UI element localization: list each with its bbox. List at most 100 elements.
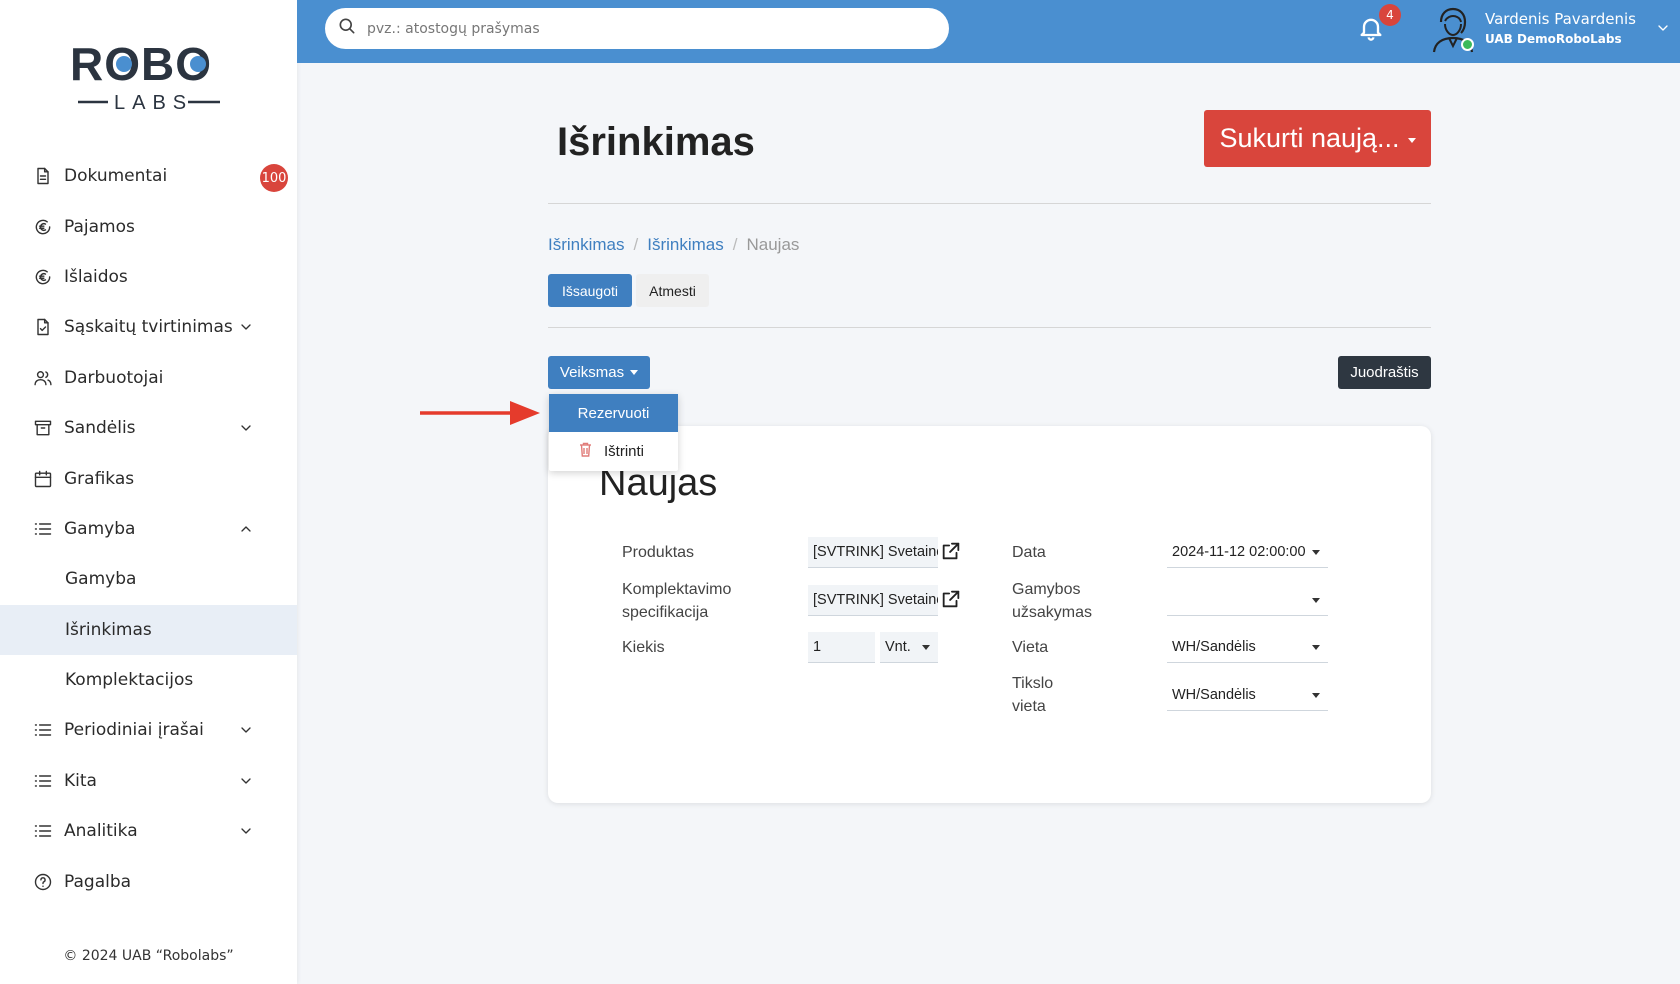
location-label-text: Vieta <box>1012 639 1049 656</box>
breadcrumb-link-isrinkimas-2[interactable]: Išrinkimas <box>647 235 724 255</box>
sidebar-subitem-gamyba[interactable]: Gamyba <box>0 554 297 604</box>
sidebar-item-label: Grafikas <box>64 468 135 489</box>
caret-down-icon <box>1407 138 1416 143</box>
chevron-up-icon[interactable] <box>238 521 254 537</box>
sidebar: ROBO LABS Dokumentai 100 Pajamos Išlaido… <box>0 0 297 984</box>
topbar: 4 Vardenis Pavardenis UAB DemoRoboLabs <box>297 0 1680 63</box>
caret-down-icon <box>1312 693 1320 698</box>
production-order-label: Gamybos užsakymas <box>1012 578 1092 624</box>
breadcrumb-separator: / <box>633 235 639 254</box>
sidebar-item-label: Sandėlis <box>64 418 136 439</box>
sidebar-item-analitika[interactable]: Analitika <box>0 806 297 856</box>
chevron-down-icon[interactable] <box>238 420 254 436</box>
action-dropdown-button[interactable]: Veiksmas <box>548 356 650 389</box>
caret-down-icon <box>1312 550 1320 555</box>
menu-item-delete[interactable]: Ištrinti <box>549 432 678 470</box>
avatar[interactable] <box>1431 4 1475 54</box>
caret-down-icon <box>1312 598 1320 603</box>
quantity-input[interactable]: 1 <box>808 632 875 663</box>
sidebar-item-grafikas[interactable]: Grafikas <box>0 453 297 503</box>
chevron-down-icon[interactable] <box>238 319 254 335</box>
discard-button[interactable]: Atmesti <box>636 274 709 307</box>
uom-select[interactable]: Vnt. <box>880 632 938 663</box>
uom-value: Vnt. <box>885 639 911 655</box>
destination-value: WH/Sandėlis <box>1172 687 1256 703</box>
sidebar-item-kita[interactable]: Kita <box>0 756 297 806</box>
trash-icon <box>579 442 604 461</box>
breadcrumb-link-isrinkimas[interactable]: Išrinkimas <box>548 235 625 255</box>
chevron-down-icon[interactable] <box>238 722 254 738</box>
date-label: Data <box>1012 544 1046 561</box>
archive-icon <box>32 417 54 439</box>
sidebar-item-saskaitu-tvirtinimas[interactable]: Sąskaitų tvirtinimas <box>0 302 297 352</box>
sidebar-item-label: Gamyba <box>64 518 136 539</box>
divider <box>548 327 1431 328</box>
copyright-text: © 2024 UAB “Robolabs” <box>63 948 234 964</box>
sidebar-item-pajamos[interactable]: Pajamos <box>0 201 297 251</box>
search-icon <box>337 16 357 41</box>
create-new-button[interactable]: Sukurti naują... <box>1204 110 1431 167</box>
sidebar-item-label: Sąskaitų tvirtinimas <box>64 317 233 338</box>
notifications-button[interactable]: 4 <box>1357 4 1401 47</box>
chevron-down-icon[interactable] <box>238 773 254 789</box>
document-check-icon <box>32 316 54 338</box>
breadcrumb-current: Naujas <box>746 235 800 254</box>
menu-item-reserve[interactable]: Rezervuoti <box>549 394 678 432</box>
sidebar-item-darbuotojai[interactable]: Darbuotojai <box>0 353 297 403</box>
search-input[interactable] <box>367 20 927 37</box>
sidebar-item-label: Gamyba <box>65 569 137 590</box>
online-status-dot <box>1461 38 1474 51</box>
list-icon <box>32 820 54 842</box>
sidebar-item-label: Išlaidos <box>64 266 128 287</box>
spec-label-line1: Komplektavimo <box>622 581 732 598</box>
sidebar-item-gamyba[interactable]: Gamyba <box>0 504 297 554</box>
order-label-line2: užsakymas <box>1012 604 1093 621</box>
chevron-down-icon[interactable] <box>1655 20 1671 36</box>
notifications-count-badge: 4 <box>1379 4 1401 26</box>
caret-down-icon <box>922 645 930 650</box>
sidebar-item-sandelis[interactable]: Sandėlis <box>0 403 297 453</box>
sidebar-subitem-isrinkimas[interactable]: Išrinkimas <box>0 604 297 655</box>
documents-count-badge: 100 <box>260 164 288 192</box>
product-field[interactable]: [SVTRINK] Svetainė <box>808 537 938 568</box>
help-icon <box>32 871 54 893</box>
external-link-icon[interactable] <box>940 540 962 562</box>
sidebar-item-periodiniai-irasai[interactable]: Periodiniai įrašai <box>0 705 297 755</box>
euro-icon <box>32 216 54 238</box>
menu-item-delete-label: Ištrinti <box>604 442 645 460</box>
production-order-select[interactable] <box>1167 585 1328 616</box>
action-label: Veiksmas <box>559 364 625 381</box>
save-button[interactable]: Išsaugoti <box>548 274 632 307</box>
page-title: Išrinkimas <box>557 120 755 164</box>
divider <box>548 203 1431 204</box>
dest-label-line2: vieta <box>1012 698 1046 715</box>
external-link-icon[interactable] <box>940 588 962 610</box>
sidebar-item-dokumentai[interactable]: Dokumentai 100 <box>0 151 297 201</box>
document-icon <box>32 165 54 187</box>
sidebar-item-islaidos[interactable]: Išlaidos <box>0 252 297 302</box>
chevron-down-icon[interactable] <box>238 823 254 839</box>
location-select[interactable]: WH/Sandėlis <box>1167 632 1328 663</box>
robolabs-logo[interactable]: ROBO LABS <box>70 38 230 118</box>
list-icon <box>32 770 54 792</box>
company-name: UAB DemoRoboLabs <box>1485 32 1622 46</box>
user-info[interactable]: Vardenis Pavardenis UAB DemoRoboLabs <box>1485 10 1636 46</box>
logo-text-bottom: LABS <box>114 92 193 114</box>
date-field[interactable]: 2024-11-12 02:00:00 <box>1167 537 1328 568</box>
bell-icon <box>1357 18 1385 47</box>
sidebar-subitem-komplektacijos[interactable]: Komplektacijos <box>0 655 297 705</box>
status-draft-button[interactable]: Juodraštis <box>1338 356 1431 389</box>
search-box[interactable] <box>325 8 949 49</box>
sidebar-item-label: Išrinkimas <box>65 619 152 640</box>
sidebar-nav: Dokumentai 100 Pajamos Išlaidos Sąskaitų… <box>0 151 297 907</box>
red-arrow-annotation <box>420 397 540 427</box>
dest-label-line1: Tikslo <box>1012 675 1054 692</box>
sidebar-item-pagalba[interactable]: Pagalba <box>0 856 297 906</box>
spec-field[interactable]: [SVTRINK] Svetainė <box>808 585 938 616</box>
list-icon <box>32 719 54 741</box>
spec-label: Komplektavimo specifikacija <box>622 578 731 624</box>
caret-down-icon <box>1312 645 1320 650</box>
euro-icon <box>32 266 54 288</box>
destination-select[interactable]: WH/Sandėlis <box>1167 680 1328 711</box>
user-name: Vardenis Pavardenis <box>1485 10 1636 28</box>
